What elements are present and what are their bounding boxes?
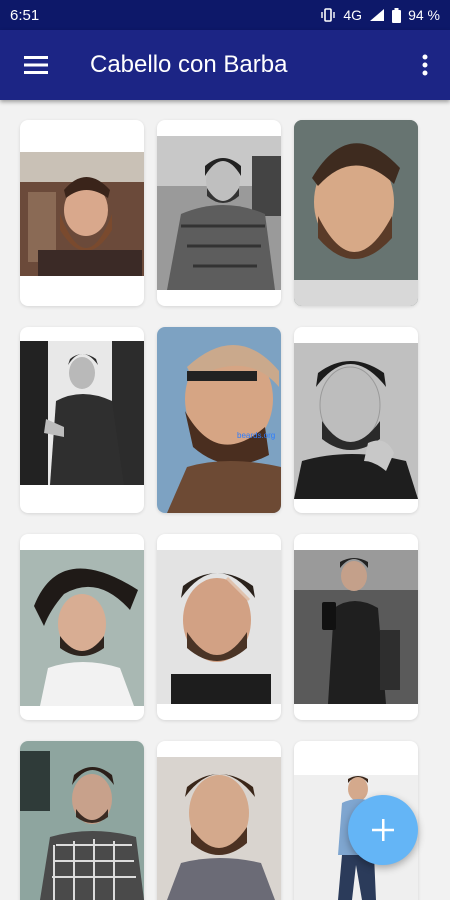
signal-icon [370,9,385,21]
gallery-card[interactable]: beards.org [157,327,281,513]
man-sunglasses-profile-photo: beards.org [157,327,281,513]
gallery-card[interactable] [157,534,281,720]
gallery-card[interactable] [20,327,144,513]
battery-level: 94 % [408,7,440,23]
more-vert-icon[interactable] [400,30,450,100]
app-bar: Cabello con Barba [0,30,450,100]
gallery-card[interactable] [20,741,144,900]
plus-icon [372,819,394,841]
status-time: 6:51 [10,6,40,24]
status-icons: 4G 94 % [320,7,440,23]
bearded-man-side-part-photo [294,120,418,306]
vibrate-icon [321,8,336,22]
image-gallery: beards.org [0,100,450,900]
man-glasses-suit-photo [20,341,144,485]
bearded-man-barbershop-photo [20,152,144,276]
add-button[interactable] [348,795,418,865]
gallery-card[interactable] [157,741,281,900]
watermark-text: beards.org [237,431,276,440]
gallery-card[interactable] [294,120,418,306]
bearded-man-plaid-shirt-photo [157,136,281,290]
status-bar: 6:51 4G 94 % [0,0,450,30]
gallery-card[interactable] [294,534,418,720]
man-mirror-selfie-photo [294,550,418,704]
gallery-card[interactable] [157,120,281,306]
gallery-card[interactable] [20,120,144,306]
man-slick-back-beard-photo [157,757,281,900]
page-title: Cabello con Barba [90,51,288,78]
man-long-hair-windswept-photo [20,550,144,706]
network-type: 4G [343,7,363,23]
gallery-card[interactable] [294,327,418,513]
hamburger-menu-icon[interactable] [0,30,72,100]
man-fade-haircut-photo [157,550,281,704]
man-checkered-shirt-photo [20,741,144,900]
gallery-card[interactable] [20,534,144,720]
bearded-man-hand-on-face-photo [294,343,418,499]
battery-icon [392,7,402,23]
